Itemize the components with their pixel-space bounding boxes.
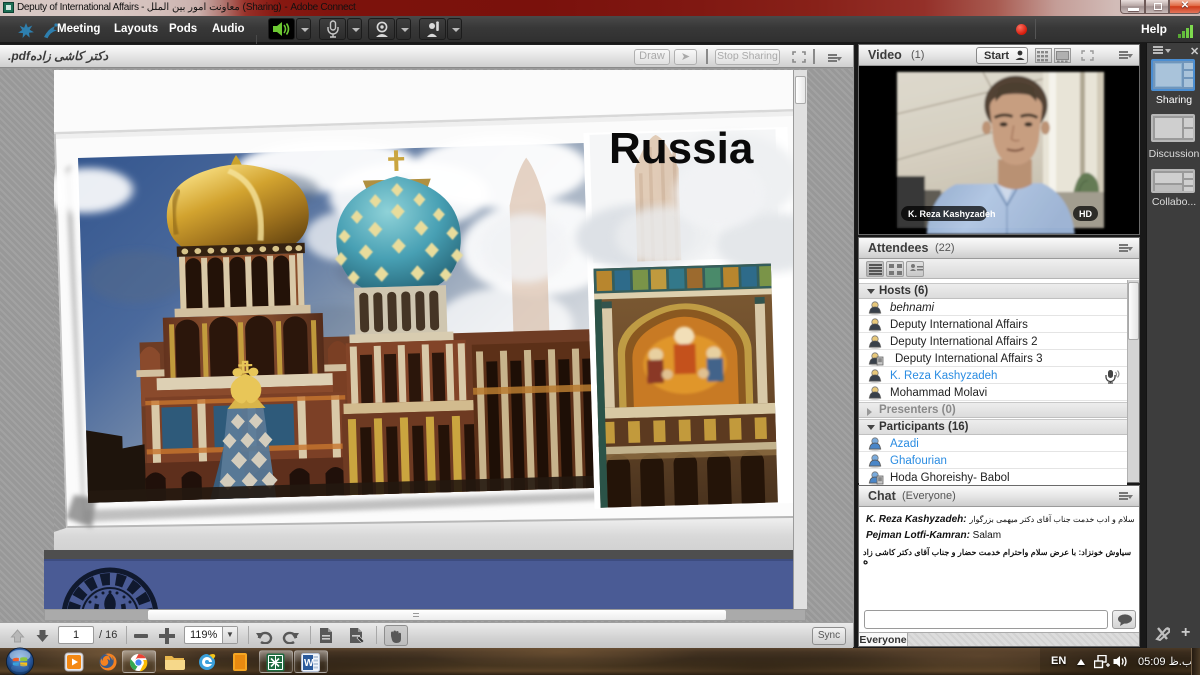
svg-text:K. Reza Kashyzadeh: K. Reza Kashyzadeh	[908, 209, 996, 219]
svg-text:Russia: Russia	[609, 124, 754, 173]
svg-text:HD: HD	[1079, 209, 1092, 219]
svg-text:W: W	[304, 658, 314, 669]
